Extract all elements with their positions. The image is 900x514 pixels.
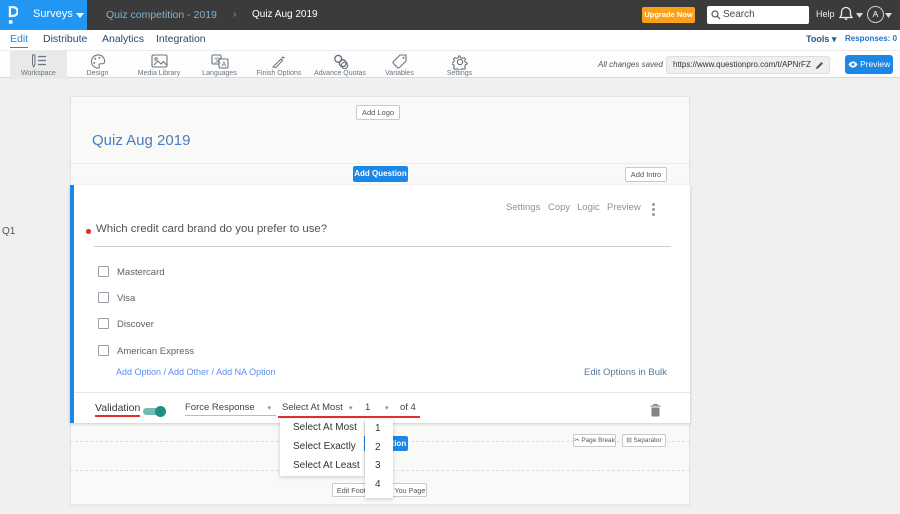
svg-text:A: A	[221, 62, 226, 69]
svg-text:文: 文	[214, 56, 221, 65]
